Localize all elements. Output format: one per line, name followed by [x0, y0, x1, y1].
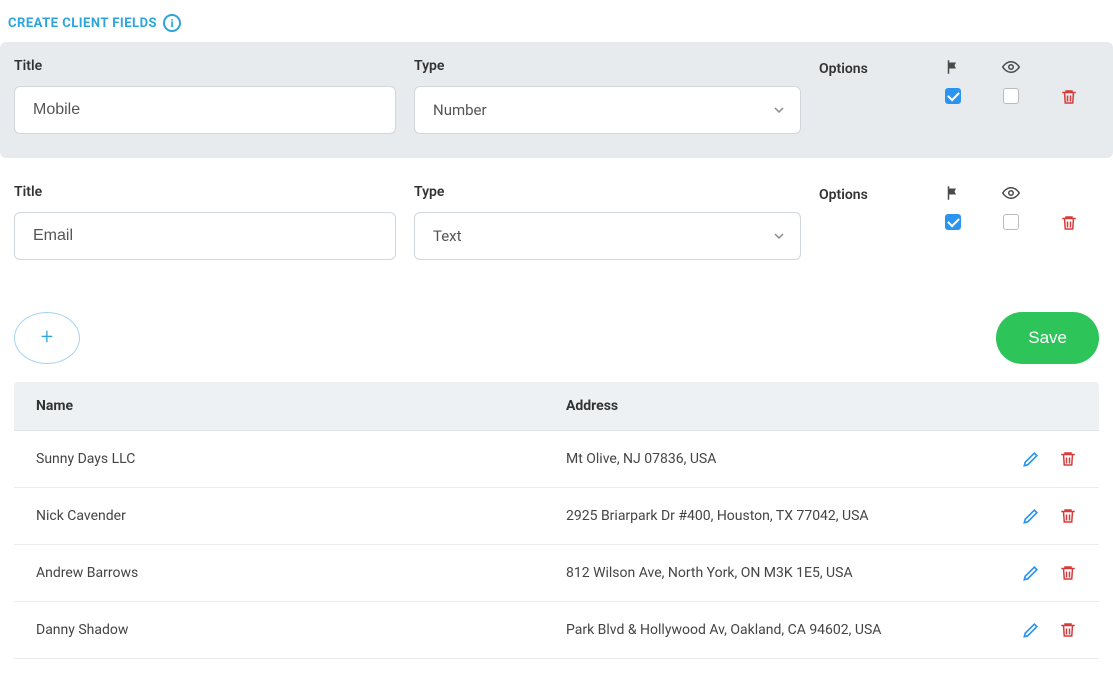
table-row: Sunny Days LLC Mt Olive, NJ 07836, USA	[14, 431, 1099, 488]
trash-icon[interactable]	[1060, 88, 1078, 106]
edit-icon[interactable]	[1021, 620, 1041, 640]
options-column: Options	[819, 184, 934, 203]
page-header: CREATE CLIENT FIELDS	[0, 0, 1113, 42]
options-controls	[934, 58, 1099, 106]
trash-icon[interactable]	[1059, 507, 1077, 525]
title-input[interactable]	[14, 212, 396, 260]
cell-address: 2925 Briarpark Dr #400, Houston, TX 7704…	[566, 508, 1021, 524]
table-row: Danny Shadow Park Blvd & Hollywood Av, O…	[14, 602, 1099, 659]
type-label: Type	[414, 184, 801, 200]
title-label: Title	[14, 58, 396, 74]
table-header: Name Address	[14, 382, 1099, 431]
cell-address: Park Blvd & Hollywood Av, Oakland, CA 94…	[566, 622, 1021, 638]
flag-checkbox[interactable]	[945, 214, 961, 230]
options-column: Options	[819, 58, 934, 77]
flag-icon	[944, 184, 962, 202]
title-input[interactable]	[14, 86, 396, 134]
add-field-button[interactable]: +	[14, 312, 80, 364]
type-column: Type Text	[414, 184, 819, 260]
cell-name: Nick Cavender	[36, 508, 566, 524]
eye-icon	[1002, 58, 1020, 76]
row-actions	[1021, 506, 1077, 526]
plus-icon: +	[41, 327, 53, 349]
type-select-value[interactable]: Text	[414, 212, 801, 260]
trash-icon[interactable]	[1059, 564, 1077, 582]
trash-icon[interactable]	[1059, 621, 1077, 639]
cell-address: Mt Olive, NJ 07836, USA	[566, 451, 1021, 467]
save-button[interactable]: Save	[996, 312, 1099, 364]
cell-name: Sunny Days LLC	[36, 451, 566, 467]
visibility-checkbox[interactable]	[1003, 88, 1019, 104]
flag-column	[944, 58, 962, 104]
visibility-column	[1002, 184, 1020, 230]
action-row: + Save	[0, 294, 1113, 374]
table-row: Nick Cavender 2925 Briarpark Dr #400, Ho…	[14, 488, 1099, 545]
type-select-value[interactable]: Number	[414, 86, 801, 134]
type-column: Type Number	[414, 58, 819, 134]
visibility-checkbox[interactable]	[1003, 214, 1019, 230]
edit-icon[interactable]	[1021, 449, 1041, 469]
table-row: Andrew Barrows 812 Wilson Ave, North Yor…	[14, 545, 1099, 602]
edit-icon[interactable]	[1021, 506, 1041, 526]
options-label: Options	[819, 187, 868, 203]
flag-checkbox[interactable]	[945, 88, 961, 104]
page-title: CREATE CLIENT FIELDS	[8, 16, 157, 31]
delete-column	[1060, 184, 1078, 232]
row-actions	[1021, 620, 1077, 640]
edit-icon[interactable]	[1021, 563, 1041, 583]
field-row: Title Type Number Options	[0, 42, 1113, 158]
options-controls	[934, 184, 1099, 232]
trash-icon[interactable]	[1060, 214, 1078, 232]
visibility-column	[1002, 58, 1020, 104]
field-row: Title Type Text Options	[0, 168, 1113, 284]
info-icon[interactable]	[163, 14, 181, 32]
cell-address: 812 Wilson Ave, North York, ON M3K 1E5, …	[566, 565, 1021, 581]
options-label: Options	[819, 61, 868, 77]
column-header-name: Name	[36, 398, 566, 414]
clients-table: Name Address Sunny Days LLC Mt Olive, NJ…	[14, 382, 1099, 659]
title-column: Title	[14, 184, 414, 260]
column-header-address: Address	[566, 398, 1077, 414]
flag-column	[944, 184, 962, 230]
delete-column	[1060, 58, 1078, 106]
row-actions	[1021, 449, 1077, 469]
type-select[interactable]: Number	[414, 86, 801, 134]
row-actions	[1021, 563, 1077, 583]
title-label: Title	[14, 184, 396, 200]
type-select[interactable]: Text	[414, 212, 801, 260]
flag-icon	[944, 58, 962, 76]
cell-name: Andrew Barrows	[36, 565, 566, 581]
trash-icon[interactable]	[1059, 450, 1077, 468]
type-label: Type	[414, 58, 801, 74]
title-column: Title	[14, 58, 414, 134]
eye-icon	[1002, 184, 1020, 202]
cell-name: Danny Shadow	[36, 622, 566, 638]
